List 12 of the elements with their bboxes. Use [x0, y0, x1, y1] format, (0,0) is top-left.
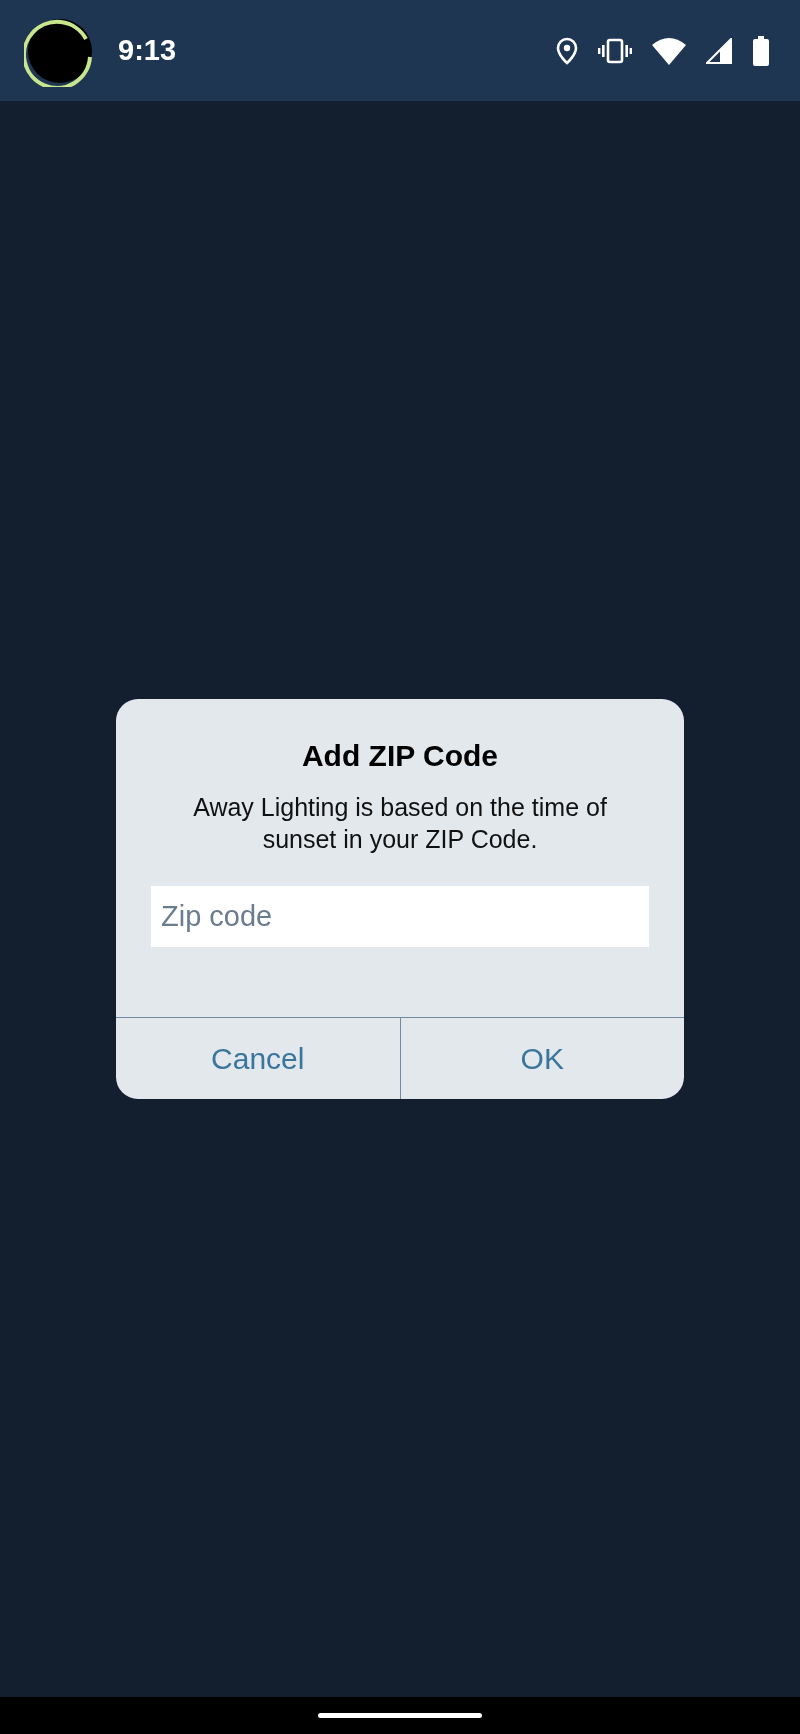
clock-time: 9:13 [118, 34, 177, 67]
zip-code-field[interactable]: Zip code [151, 886, 649, 947]
dialog-title: Add ZIP Code [301, 739, 499, 773]
signal-icon [706, 37, 732, 64]
battery-icon [752, 35, 770, 66]
location-icon [556, 36, 578, 65]
wifi-icon [652, 36, 686, 65]
cancel-button[interactable]: Cancel [116, 1018, 400, 1099]
dialog-message: Away Lighting is based on the time of sunset in your ZIP Code. [192, 792, 608, 855]
ok-button[interactable]: OK [399, 1018, 684, 1099]
home-handle[interactable] [318, 1713, 482, 1718]
vibrate-icon [598, 37, 632, 64]
